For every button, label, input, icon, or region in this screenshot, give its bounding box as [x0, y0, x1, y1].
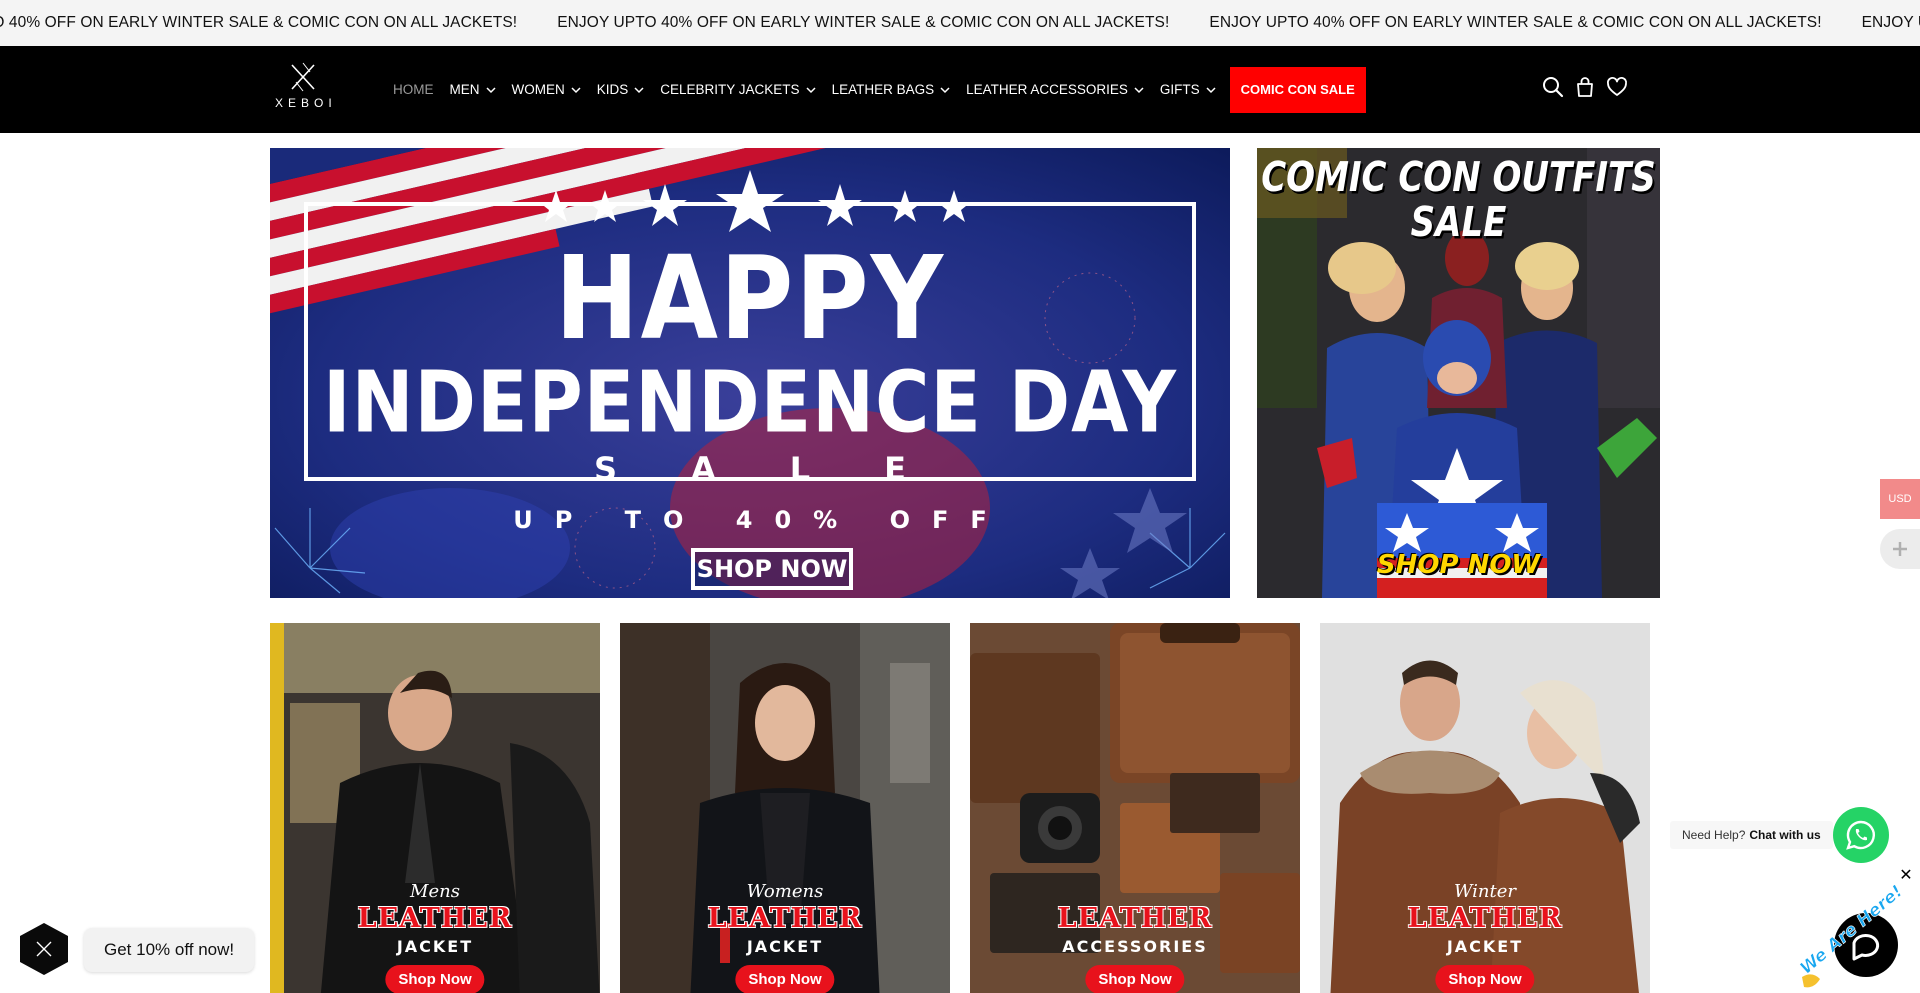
search-icon[interactable]	[1542, 76, 1564, 103]
category-card-leather-accessories[interactable]: LEATHER ACCESSORIES Shop Now	[970, 623, 1300, 993]
help-link: Chat with us	[1749, 828, 1821, 842]
promo-hexagon-icon	[20, 923, 68, 975]
card-title-main: LEATHER	[1407, 903, 1563, 934]
plus-icon	[1893, 542, 1907, 556]
nav-item-leather-bags[interactable]: LEATHER BAGS	[832, 82, 951, 97]
close-chat-icon[interactable]: ✕	[1898, 868, 1914, 884]
card-title-script: Womens	[746, 881, 824, 902]
card-title-sub: JACKET	[746, 937, 824, 956]
logo-text: XEBOI	[275, 96, 337, 110]
chevron-down-icon	[806, 82, 816, 97]
logo[interactable]: XEBOI	[270, 62, 336, 118]
header-icons	[1542, 76, 1638, 103]
comic-con-outfits-banner[interactable]: COMIC CON OUTFITS SALE SHOP NOW	[1257, 148, 1660, 598]
announcement-bar: ENJOY UPTO 40% OFF ON EARLY WINTER SALE …	[0, 0, 1920, 46]
nav-item-women[interactable]: WOMEN	[512, 82, 581, 97]
expand-widget-button[interactable]	[1880, 529, 1920, 569]
whatsapp-button[interactable]	[1833, 807, 1889, 863]
card-title-main: LEATHER	[707, 903, 863, 934]
site-header: XEBOI HOME MEN WOMEN KIDS CELEBRITY JACK…	[0, 46, 1920, 133]
chevron-down-icon	[1134, 82, 1144, 97]
chevron-down-icon	[634, 82, 644, 97]
card-shop-now-button[interactable]: Shop Now	[1435, 965, 1535, 993]
hero-title-independence-day: INDEPENDENCE DAY	[323, 353, 1177, 453]
nav-label: LEATHER BAGS	[831, 82, 935, 97]
announcement-text: ENJOY UPTO 40% OFF ON EARLY WINTER SALE …	[557, 14, 1170, 31]
announcement-text: ENJOY UPTO 40% OFF ON EARLY WINTER SALE …	[1209, 14, 1822, 31]
announcement-track: ENJOY UPTO 40% OFF ON EARLY WINTER SALE …	[0, 0, 1920, 46]
promo-offer-button[interactable]: Get 10% off now!	[84, 928, 255, 972]
card-title-script: Mens	[410, 881, 460, 902]
main-nav: HOME MEN WOMEN KIDS CELEBRITY JACKETS LE…	[385, 46, 1374, 133]
help-prefix: Need Help?	[1682, 828, 1746, 842]
nav-item-men[interactable]: MEN	[450, 82, 496, 97]
comic-con-sale-button[interactable]: COMIC CON SALE	[1229, 66, 1366, 113]
chevron-down-icon	[1206, 82, 1216, 97]
announcement-text: ENJOY UPTO 40% OFF ON EARLY WINTER SALE …	[1861, 14, 1920, 31]
chat-widget-graphic: We Are Here!	[1796, 881, 1907, 988]
card-title-script: Winter	[1453, 881, 1517, 902]
category-card-womens-leather-jacket[interactable]: Womens LEATHER JACKET Shop Now	[620, 623, 950, 993]
nav-item-leather-accessories[interactable]: LEATHER ACCESSORIES	[966, 82, 1144, 97]
nav-label: GIFTS	[1159, 82, 1200, 97]
nav-label: WOMEN	[511, 82, 565, 97]
comic-con-title-line2: SALE	[1410, 199, 1507, 247]
nav-item-home[interactable]: HOME	[393, 82, 434, 97]
chevron-down-icon	[571, 82, 581, 97]
announcement-text: ENJOY UPTO 40% OFF ON EARLY WINTER SALE …	[0, 14, 518, 31]
nav-item-kids[interactable]: KIDS	[597, 82, 645, 97]
nav-label: MEN	[449, 82, 480, 97]
nav-label: COMIC CON SALE	[1240, 82, 1355, 97]
chevron-down-icon	[485, 82, 496, 97]
nav-item-celebrity-jackets[interactable]: CELEBRITY JACKETS	[660, 82, 816, 97]
hero-title-happy: HAPPY	[554, 231, 946, 366]
currency-switcher[interactable]: USD	[1880, 479, 1920, 519]
wishlist-heart-icon[interactable]	[1606, 76, 1628, 103]
nav-label: KIDS	[596, 82, 629, 97]
nav-item-gifts[interactable]: GIFTS	[1160, 82, 1216, 97]
logo-mark-icon	[291, 62, 315, 92]
category-card-winter-leather-jacket[interactable]: Winter LEATHER JACKET Shop Now	[1320, 623, 1650, 993]
card-title-sub: JACKET	[396, 937, 474, 956]
card-title-main: LEATHER	[357, 903, 513, 934]
nav-label: CELEBRITY JACKETS	[660, 82, 800, 97]
independence-day-banner[interactable]: HAPPY INDEPENDENCE DAY SALE UP TO 40% OF…	[270, 148, 1230, 598]
live-chat-widget[interactable]: We Are Here!	[1796, 881, 1920, 993]
nav-label: LEATHER ACCESSORIES	[966, 82, 1128, 97]
card-shop-now-button[interactable]: Shop Now	[1085, 965, 1185, 993]
cart-icon[interactable]	[1574, 76, 1596, 103]
comic-con-title-line1: COMIC CON OUTFITS	[1261, 154, 1656, 202]
comic-con-shop-now-button[interactable]: SHOP NOW	[1257, 550, 1660, 580]
hero-sale-text: SALE	[593, 450, 981, 488]
whatsapp-icon	[1846, 820, 1875, 850]
hero-discount-text: UP TO 40% OFF	[513, 506, 1009, 534]
chat-help-bubble[interactable]: Need Help? Chat with us	[1670, 821, 1833, 849]
category-card-mens-leather-jacket[interactable]: Mens LEATHER JACKET Shop Now	[270, 623, 600, 993]
card-title-sub: JACKET	[1446, 937, 1524, 956]
chevron-down-icon	[940, 82, 950, 97]
hero-shop-now-button[interactable]: SHOP NOW	[691, 548, 853, 590]
card-title-main: LEATHER	[1057, 903, 1213, 934]
promo-badge[interactable]	[18, 921, 70, 977]
card-title-sub: ACCESSORIES	[1062, 937, 1208, 956]
nav-label: HOME	[393, 82, 434, 97]
card-shop-now-button[interactable]: Shop Now	[735, 965, 835, 993]
card-shop-now-button[interactable]: Shop Now	[385, 965, 485, 993]
